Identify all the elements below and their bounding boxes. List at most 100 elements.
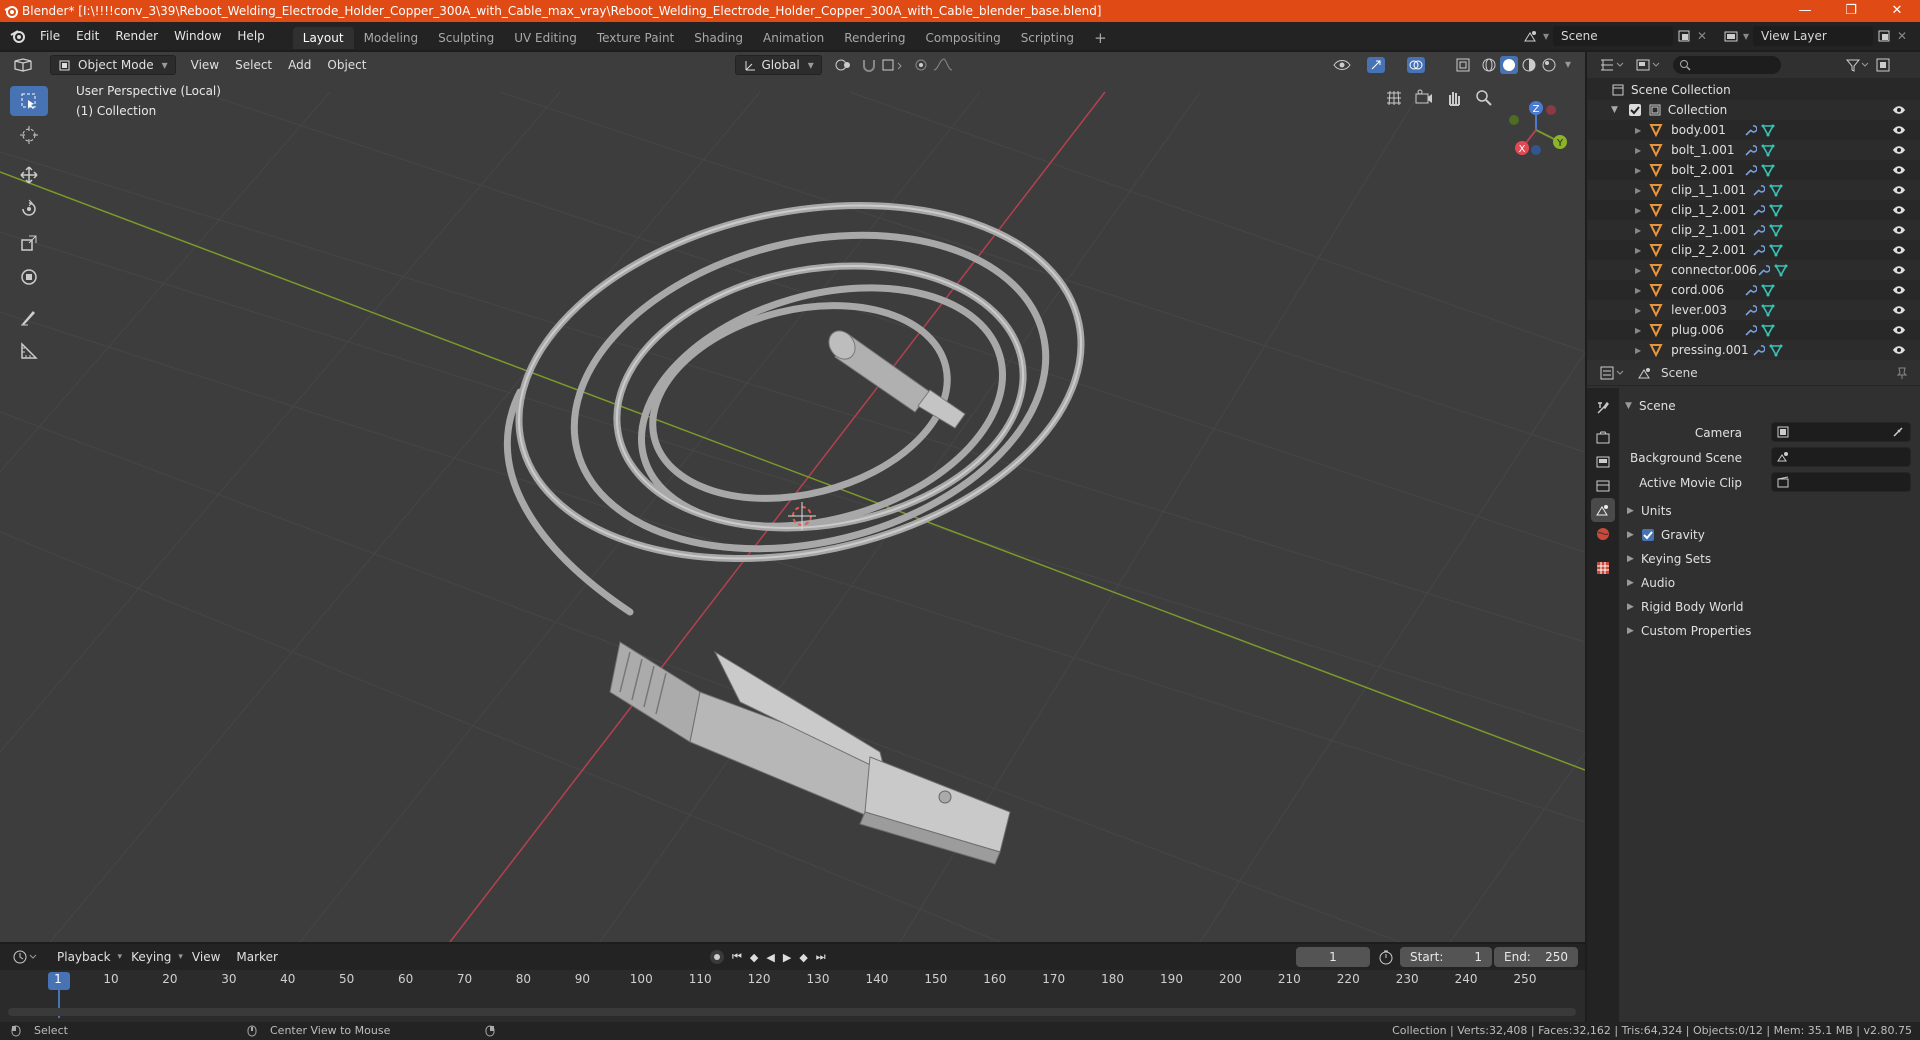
timeline-menu-playback[interactable]: Playback — [50, 947, 118, 967]
gizmo-neg-z[interactable] — [1531, 145, 1541, 155]
tab-render[interactable] — [1591, 426, 1615, 450]
menu-render[interactable]: Render — [107, 22, 166, 50]
outliner-object-row[interactable]: ▶ lever.003 — [1587, 300, 1920, 320]
expand-arrow-icon[interactable]: ▶ — [1635, 166, 1641, 175]
move-tool[interactable] — [10, 160, 48, 190]
outliner-object-row[interactable]: ▶ body.001 — [1587, 120, 1920, 140]
eye-icon[interactable] — [1892, 144, 1906, 156]
mesh-data-icon[interactable] — [1769, 343, 1783, 357]
delete-scene-icon[interactable]: ✕ — [1697, 29, 1707, 43]
annotate-tool[interactable] — [10, 302, 48, 332]
expand-arrow-icon[interactable]: ▶ — [1635, 206, 1641, 215]
tab-scene[interactable] — [1591, 498, 1615, 522]
expand-arrow-icon[interactable]: ▶ — [1635, 266, 1641, 275]
collapse-arrow-icon[interactable]: ▼ — [1611, 105, 1618, 115]
modifier-wrench-icon[interactable] — [1743, 163, 1758, 177]
audio-panel[interactable]: ▶ Audio — [1627, 571, 1675, 595]
menu-edit[interactable]: Edit — [68, 22, 107, 50]
outliner-collection-row[interactable]: ▼ Collection — [1587, 100, 1920, 120]
wireframe-shading-icon[interactable] — [1480, 56, 1498, 74]
menu-window[interactable]: Window — [166, 22, 229, 50]
eye-icon[interactable] — [1892, 304, 1906, 316]
3d-viewport[interactable]: Object Mode ▾ View Select Add Object Glo… — [0, 52, 1585, 942]
modifier-wrench-icon[interactable] — [1743, 123, 1758, 137]
tab-uv-editing[interactable]: UV Editing — [504, 27, 587, 49]
stopwatch-icon[interactable] — [1378, 949, 1394, 965]
next-keyframe-button[interactable]: ◆ — [799, 951, 807, 964]
viewport-menu-select[interactable]: Select — [228, 55, 279, 75]
timeline-frame-area[interactable]: 1 10 20 30 40 50 60 70 80 90 100 110 120 130 140 150 160… — [0, 970, 1585, 1022]
mesh-data-icon[interactable] — [1774, 263, 1788, 277]
viewport-menu-add[interactable]: Add — [281, 55, 318, 75]
new-view-layer-icon[interactable] — [1877, 29, 1891, 43]
start-frame-field[interactable]: Start: 1 — [1400, 947, 1492, 967]
rotate-tool[interactable] — [10, 194, 48, 224]
outliner-object-row[interactable]: ▶ pressing.001 — [1587, 340, 1920, 360]
outliner-object-row[interactable]: ▶ clip_1_2.001 — [1587, 200, 1920, 220]
rendered-shading-icon[interactable] — [1540, 56, 1558, 74]
tab-animation[interactable]: Animation — [753, 27, 834, 49]
measure-tool[interactable] — [10, 336, 48, 366]
outliner-object-row[interactable]: ▶ clip_2_2.001 — [1587, 240, 1920, 260]
eye-icon[interactable] — [1892, 124, 1906, 136]
keying-sets-panel[interactable]: ▶ Keying Sets — [1627, 547, 1711, 571]
modifier-wrench-icon[interactable] — [1756, 263, 1771, 277]
eye-icon[interactable] — [1892, 164, 1906, 176]
close-button[interactable]: ✕ — [1874, 0, 1920, 22]
modifier-wrench-icon[interactable] — [1751, 183, 1766, 197]
tab-modeling[interactable]: Modeling — [354, 27, 429, 49]
navigation-gizmo[interactable]: Z Y X — [1500, 92, 1580, 172]
scene-selector[interactable]: ▾ Scene ✕ — [1523, 26, 1707, 46]
gravity-checkbox[interactable] — [1641, 528, 1655, 542]
tab-layout[interactable]: Layout — [292, 26, 354, 49]
timeline-editor[interactable]: Playback ▾ Keying ▾ View Marker ⏮ ◆ ◀ ▶ ◆ … — [0, 944, 1585, 1022]
editor-type-icon[interactable] — [12, 57, 36, 73]
proportional-edit-icon[interactable] — [912, 56, 932, 74]
eye-icon[interactable] — [1892, 324, 1906, 336]
delete-view-layer-icon[interactable]: ✕ — [1897, 29, 1907, 43]
gizmo-neg-y[interactable] — [1509, 115, 1519, 125]
tab-world[interactable] — [1591, 522, 1615, 546]
outliner-object-row[interactable]: ▶ bolt_2.001 — [1587, 160, 1920, 180]
transform-tool[interactable] — [10, 262, 48, 292]
menu-help[interactable]: Help — [229, 22, 272, 50]
view-layer-name-field[interactable]: View Layer — [1753, 26, 1874, 46]
jump-end-button[interactable]: ⏭ — [816, 950, 826, 964]
outliner-search-input[interactable] — [1673, 56, 1781, 74]
solid-shading-icon[interactable] — [1500, 56, 1518, 74]
filter-icon[interactable] — [1845, 57, 1871, 73]
mesh-data-icon[interactable] — [1761, 283, 1775, 297]
timeline-scrollbar[interactable] — [8, 1008, 1576, 1016]
tab-scripting[interactable]: Scripting — [1011, 27, 1084, 49]
electrode-holder-model[interactable] — [609, 641, 1011, 865]
maximize-button[interactable]: ❐ — [1828, 0, 1874, 22]
scene-name-field[interactable]: Scene — [1553, 26, 1674, 46]
properties-editor[interactable]: Scene ▼ Scene Camera Background Scene Ac… — [1587, 360, 1920, 1022]
expand-arrow-icon[interactable]: ▶ — [1635, 326, 1641, 335]
expand-arrow-icon[interactable]: ▶ — [1635, 346, 1641, 355]
eyedropper-icon[interactable] — [1892, 426, 1904, 438]
scale-tool[interactable] — [10, 228, 48, 258]
modifier-wrench-icon[interactable] — [1743, 323, 1758, 337]
viewport-menu-view[interactable]: View — [184, 55, 226, 75]
modifier-wrench-icon[interactable] — [1751, 223, 1766, 237]
tab-rendering[interactable]: Rendering — [834, 27, 915, 49]
units-panel[interactable]: ▶ Units — [1627, 499, 1672, 523]
view-layer-selector[interactable]: ▾ View Layer ✕ — [1723, 26, 1907, 46]
camera-field[interactable] — [1771, 422, 1911, 442]
material-shading-icon[interactable] — [1520, 56, 1538, 74]
gizmo-neg-x[interactable] — [1546, 105, 1556, 115]
expand-arrow-icon[interactable]: ▶ — [1635, 306, 1641, 315]
tab-tool[interactable] — [1591, 396, 1615, 420]
rigid-body-world-panel[interactable]: ▶ Rigid Body World — [1627, 595, 1744, 619]
background-scene-field[interactable] — [1771, 447, 1911, 467]
prev-keyframe-button[interactable]: ◆ — [750, 951, 758, 964]
new-scene-icon[interactable] — [1677, 29, 1691, 43]
eye-icon[interactable] — [1892, 264, 1906, 276]
zoom-view-icon[interactable] — [1474, 88, 1494, 108]
mesh-data-icon[interactable] — [1769, 183, 1783, 197]
mesh-data-icon[interactable] — [1769, 243, 1783, 257]
scene-panel-header[interactable]: ▼ Scene — [1625, 394, 1915, 418]
expand-arrow-icon[interactable]: ▶ — [1635, 186, 1641, 195]
eye-icon[interactable] — [1892, 104, 1906, 116]
